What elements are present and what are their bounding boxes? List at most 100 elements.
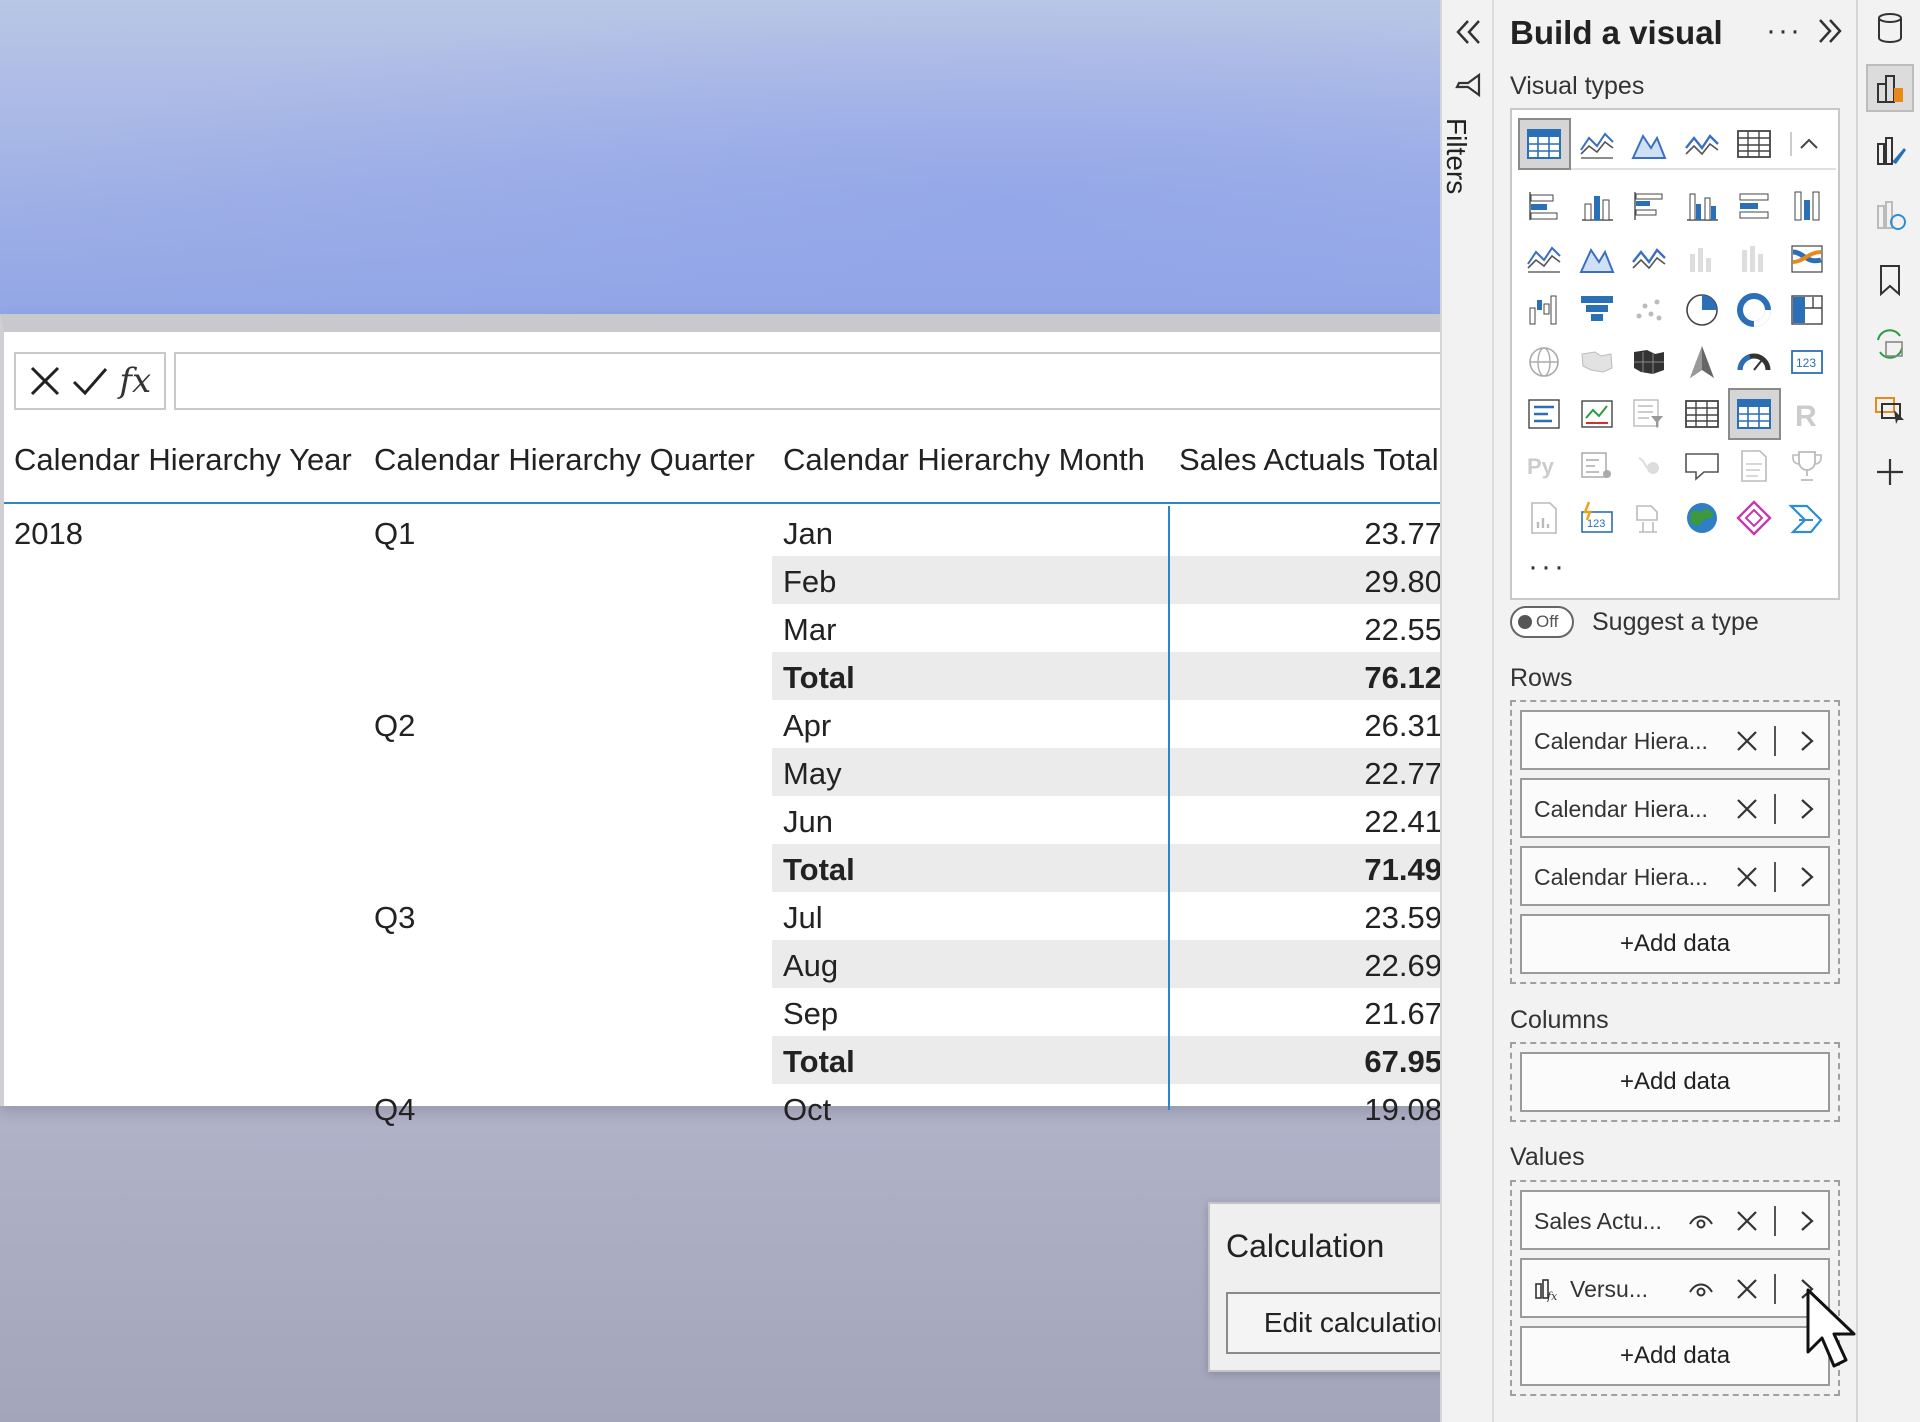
card-visual[interactable]: 123	[1781, 336, 1834, 388]
python-visual[interactable]: Py	[1518, 440, 1571, 492]
clustered-column-visual[interactable]	[1676, 180, 1729, 232]
more-visuals-button[interactable]: ···	[1528, 550, 1567, 584]
remove-field-icon[interactable]	[1734, 796, 1760, 822]
remove-field-icon[interactable]	[1734, 1276, 1760, 1302]
paginated-report-visual[interactable]	[1518, 492, 1571, 544]
field-name: Calendar Hiera...	[1534, 728, 1708, 754]
decomposition-tree-visual[interactable]	[1623, 440, 1676, 492]
qa-visual[interactable]	[1676, 440, 1729, 492]
line-area-visual[interactable]	[1676, 118, 1729, 170]
add-pane-button[interactable]	[1866, 448, 1914, 496]
collapse-recent-button[interactable]	[1781, 118, 1834, 170]
cancel-formula-button[interactable]	[25, 361, 65, 401]
values-field-visual-calculation[interactable]: fx Versu...	[1520, 1258, 1830, 1318]
clustered-bar-visual[interactable]	[1623, 180, 1676, 232]
key-influencers-icon	[1581, 452, 1611, 478]
columns-label: Columns	[1510, 1006, 1609, 1034]
build-visual-button[interactable]	[1866, 64, 1914, 112]
r-visual[interactable]: R	[1781, 388, 1834, 440]
smart-narrative-visual[interactable]	[1781, 492, 1834, 544]
treemap-visual[interactable]	[1781, 284, 1834, 336]
table-visual[interactable]	[1728, 118, 1781, 170]
filled-map-visual[interactable]	[1571, 336, 1624, 388]
data-pane-button[interactable]	[1866, 4, 1914, 52]
ribbon-chart-visual[interactable]	[1781, 232, 1834, 284]
matrix-visual-active[interactable]	[1728, 388, 1781, 440]
chevron-right-icon[interactable]	[1794, 864, 1820, 890]
matrix-icon	[1527, 129, 1562, 159]
diamond-icon	[1736, 500, 1772, 536]
formula-input[interactable]	[174, 352, 1442, 410]
area-chart-visual[interactable]	[1623, 118, 1676, 170]
table-visual-2[interactable]	[1676, 388, 1729, 440]
power-automate-visual[interactable]	[1623, 492, 1676, 544]
shape-map-visual[interactable]	[1623, 336, 1676, 388]
more-options-button[interactable]: ···	[1766, 14, 1802, 48]
eye-icon[interactable]	[1688, 1208, 1714, 1234]
donut-chart-visual[interactable]	[1728, 284, 1781, 336]
header-quarter[interactable]: Calendar Hierarchy Quarter	[374, 442, 755, 478]
collapse-left-icon[interactable]	[1450, 14, 1486, 50]
key-influencers-visual[interactable]	[1571, 440, 1624, 492]
sync-slicers-button[interactable]	[1866, 320, 1914, 368]
stacked-area-visual[interactable]	[1623, 232, 1676, 284]
area-chart-visual[interactable]	[1571, 232, 1624, 284]
multi-row-card-visual[interactable]	[1518, 388, 1571, 440]
line-chart-visual[interactable]	[1571, 118, 1624, 170]
100-stacked-column-visual[interactable]	[1781, 180, 1834, 232]
values-field[interactable]: Sales Actu...	[1520, 1190, 1830, 1250]
cell-month: Aug	[783, 948, 839, 983]
kpi-visual[interactable]	[1571, 388, 1624, 440]
filter-icon[interactable]	[1454, 70, 1482, 100]
header-month[interactable]: Calendar Hierarchy Month	[783, 442, 1145, 478]
rows-field[interactable]: Calendar Hiera...	[1520, 778, 1830, 838]
matrix-visual-selected[interactable]	[1518, 118, 1571, 170]
line-column-icon	[1689, 248, 1711, 272]
remove-field-icon[interactable]	[1734, 864, 1760, 890]
commit-formula-button[interactable]	[70, 361, 110, 401]
rows-field[interactable]: Calendar Hiera...	[1520, 846, 1830, 906]
columns-add-data-button[interactable]: +Add data	[1520, 1052, 1830, 1112]
map-visual[interactable]	[1518, 336, 1571, 388]
goals-visual[interactable]	[1781, 440, 1834, 492]
eye-icon[interactable]	[1688, 1276, 1714, 1302]
fx-button[interactable]: fx	[115, 361, 155, 401]
bookmark-icon	[1880, 265, 1900, 297]
gauge-visual[interactable]	[1728, 336, 1781, 388]
selection-pane-button[interactable]	[1866, 384, 1914, 432]
chevron-right-icon[interactable]	[1794, 796, 1820, 822]
pill-separator	[1774, 1274, 1776, 1304]
expand-right-icon[interactable]	[1812, 14, 1846, 48]
scatter-visual[interactable]	[1623, 284, 1676, 336]
pie-chart-visual[interactable]	[1676, 284, 1729, 336]
rows-field[interactable]: Calendar Hiera...	[1520, 710, 1830, 770]
cell-value: 22.77	[1364, 756, 1442, 791]
chevron-right-icon[interactable]	[1794, 728, 1820, 754]
stacked-bar-visual[interactable]	[1518, 180, 1571, 232]
power-apps-visual[interactable]: 123	[1571, 492, 1624, 544]
stacked-column-visual[interactable]	[1571, 180, 1624, 232]
arcgis-visual[interactable]	[1676, 492, 1729, 544]
values-add-data-button[interactable]: +Add data	[1520, 1326, 1830, 1386]
power-apps-diamond-visual[interactable]	[1728, 492, 1781, 544]
100-stacked-bar-visual[interactable]	[1728, 180, 1781, 232]
header-sales[interactable]: Sales Actuals Total	[1179, 442, 1439, 478]
slicer-visual[interactable]	[1623, 388, 1676, 440]
line-chart-visual[interactable]	[1518, 232, 1571, 284]
remove-field-icon[interactable]	[1734, 1208, 1760, 1234]
header-year[interactable]: Calendar Hierarchy Year	[14, 442, 352, 478]
funnel-visual[interactable]	[1571, 284, 1624, 336]
azure-map-visual[interactable]	[1676, 336, 1729, 388]
chevron-right-icon[interactable]	[1794, 1208, 1820, 1234]
waterfall-visual[interactable]	[1518, 284, 1571, 336]
narrative-visual[interactable]	[1728, 440, 1781, 492]
filters-label[interactable]: Filters	[1440, 118, 1472, 194]
remove-field-icon[interactable]	[1734, 728, 1760, 754]
suggest-type-toggle[interactable]: Off	[1510, 606, 1574, 638]
rows-add-data-button[interactable]: +Add data	[1520, 914, 1830, 974]
format-visual-button[interactable]	[1866, 128, 1914, 176]
line-clustered-column-visual[interactable]	[1676, 232, 1729, 284]
line-stacked-column-visual[interactable]	[1728, 232, 1781, 284]
performance-analyzer-button[interactable]	[1866, 192, 1914, 240]
bookmarks-button[interactable]	[1866, 256, 1914, 304]
